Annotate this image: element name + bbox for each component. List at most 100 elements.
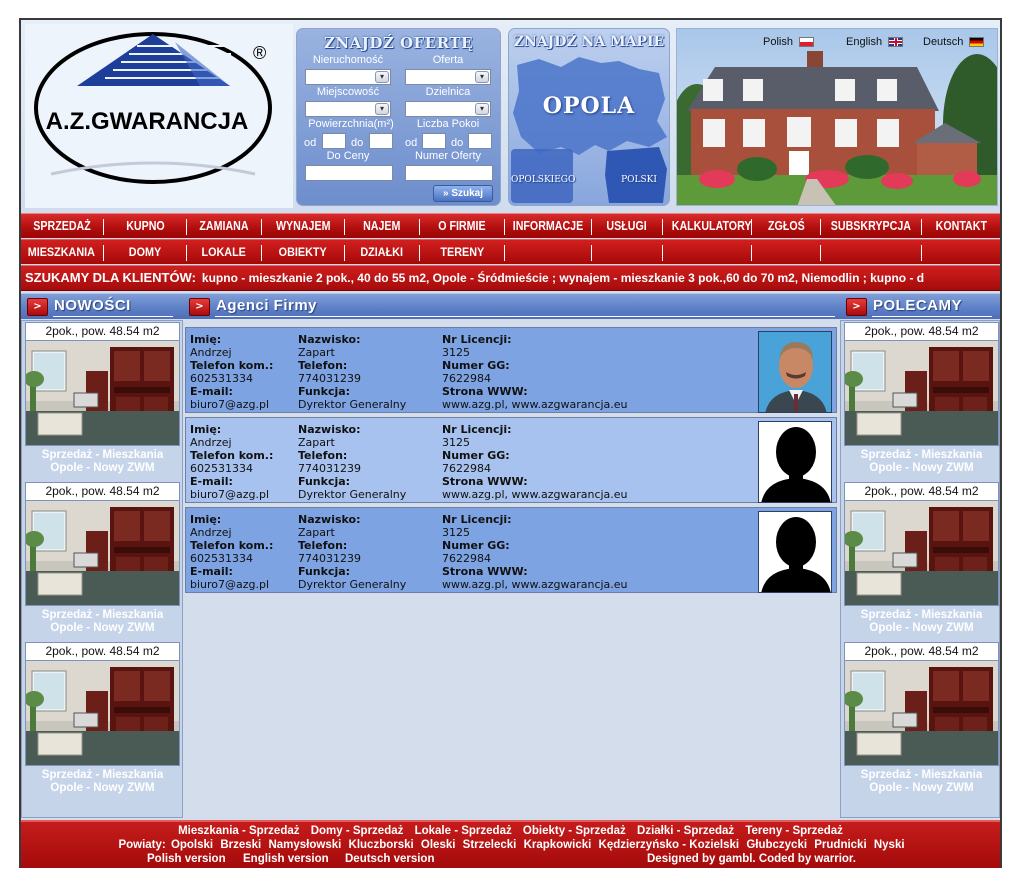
offer-select[interactable]: ▾ (405, 69, 491, 85)
footer-link[interactable]: Tereny - Sprzedaż (745, 825, 843, 837)
news-card[interactable]: 2pok., pow. 48.54 m2 Sprzedaż - Mieszkan… (25, 482, 180, 638)
apartment-photo[interactable] (844, 660, 999, 766)
card-caption[interactable]: Sprzedaż - Mieszkania Opole - Nowy ZWM (844, 609, 999, 635)
agents-list: Imię: Andrzej Telefon kom.: 602531334 E-… (183, 320, 840, 818)
arrow-right-icon: > (189, 298, 210, 316)
apartment-photo[interactable] (844, 340, 999, 446)
version-deutsch[interactable]: Deutsch version (345, 853, 434, 865)
version-english[interactable]: English version (243, 853, 329, 865)
rooms-from-input[interactable] (422, 133, 446, 149)
subnav-tereny[interactable]: TERENY (420, 240, 504, 265)
subnav-obiekty[interactable]: OBIEKTY (262, 240, 344, 265)
nav-uslugi[interactable]: USŁUGI (592, 214, 662, 239)
lang-polish[interactable]: Polish (763, 36, 814, 48)
property-select[interactable]: ▾ (305, 69, 391, 85)
nav-zglos[interactable]: ZGŁOŚ (752, 214, 820, 239)
nav-subskrypcja[interactable]: SUBSKRYPCJA (821, 214, 921, 239)
subnav-mieszkania[interactable]: MIESZKANIA (21, 240, 101, 265)
apartment-photo[interactable] (25, 500, 180, 606)
lang-english[interactable]: English (846, 36, 904, 48)
area-from-input[interactable] (322, 133, 346, 149)
nav-kontakt[interactable]: KONTAKT (922, 214, 1000, 239)
district-select[interactable]: ▾ (405, 101, 491, 117)
nav-wynajem[interactable]: WYNAJEM (262, 214, 344, 239)
district-link[interactable]: Strzelecki (463, 839, 517, 851)
search-button[interactable]: » Szukaj (433, 185, 493, 202)
news-column: 2pok., pow. 48.54 m2 Sprzedaż - Mieszkan… (21, 320, 183, 818)
nav-kupno[interactable]: KUPNO (104, 214, 186, 239)
district-link[interactable]: Krapkowicki (524, 839, 592, 851)
nav-zamiana[interactable]: ZAMIANA (187, 214, 261, 239)
district-link[interactable]: Nyski (874, 839, 905, 851)
map-region-poland[interactable]: POLSKI (609, 175, 669, 185)
agent-www-link[interactable]: www.azg.pl, www.azgwarancja.eu (442, 488, 628, 501)
nav-informacje[interactable]: INFORMACJE (505, 214, 591, 239)
card-caption[interactable]: Sprzedaż - Mieszkania Opole - Nowy ZWM (844, 449, 999, 475)
map-region-opolskie[interactable]: OPOLSKIEGO (511, 175, 575, 185)
card-caption[interactable]: Sprzedaż - Mieszkania Opole - Nowy ZWM (25, 769, 180, 795)
footer-link[interactable]: Lokale - Sprzedaż (415, 825, 512, 837)
footer-link[interactable]: Mieszkania - Sprzedaż (178, 825, 299, 837)
district-link[interactable]: Głubczycki (746, 839, 807, 851)
agent-www-link[interactable]: www.azg.pl, www.azgwarancja.eu (442, 398, 628, 411)
district-link[interactable]: Oleski (421, 839, 456, 851)
lang-deutsch[interactable]: Deutsch (923, 36, 985, 48)
district-link[interactable]: Kluczborski (349, 839, 414, 851)
news-card[interactable]: 2pok., pow. 48.54 m2 Sprzedaż - Mieszkan… (25, 642, 180, 798)
agent-card: Imię: Andrzej Telefon kom.: 602531334 E-… (185, 507, 837, 593)
area-to-label: do (351, 137, 364, 149)
apartment-photo[interactable] (25, 340, 180, 446)
city-label: Miejscowość (316, 86, 380, 98)
subnav-dzialki[interactable]: DZIAŁKI (345, 240, 419, 265)
arrow-right-icon: > (846, 298, 867, 316)
card-caption[interactable]: Sprzedaż - Mieszkania Opole - Nowy ZWM (844, 769, 999, 795)
company-logo[interactable]: A.Z.GWARANCJA ® A.Z.GWARANCJA (25, 24, 293, 231)
district-link[interactable]: Kędzierzyńsko - Kozielski (599, 839, 740, 851)
area-to-input[interactable] (369, 133, 393, 149)
footer-credits: Designed by gambl. Coded by warrior. (647, 853, 856, 865)
card-caption[interactable]: Sprzedaż - Mieszkania Opole - Nowy ZWM (25, 609, 180, 635)
nav-o-firmie[interactable]: O FIRMIE (420, 214, 504, 239)
map-city-label[interactable]: OPOLA (509, 93, 669, 119)
agent-email-link[interactable]: biuro7@azg.pl (190, 488, 269, 501)
subnav-domy[interactable]: DOMY (104, 240, 186, 265)
version-polish[interactable]: Polish version (147, 853, 226, 865)
footer-link[interactable]: Obiekty - Sprzedaż (523, 825, 626, 837)
district-link[interactable]: Prudnicki (814, 839, 866, 851)
card-title: 2pok., pow. 48.54 m2 (844, 642, 999, 660)
recommended-card[interactable]: 2pok., pow. 48.54 m2 Sprzedaż - Mieszkan… (844, 322, 999, 478)
district-link[interactable]: Brzeski (220, 839, 261, 851)
nav-najem[interactable]: NAJEM (345, 214, 419, 239)
agent-email-link[interactable]: biuro7@azg.pl (190, 398, 269, 411)
price-input[interactable] (305, 165, 393, 181)
area-from-label: od (304, 137, 317, 149)
nav-sprzedaz[interactable]: SPRZEDAŻ (21, 214, 103, 239)
rooms-to-input[interactable] (468, 133, 492, 149)
subnav-lokale[interactable]: LOKALE (187, 240, 261, 265)
district-link[interactable]: Namysłowski (268, 839, 341, 851)
footer-link[interactable]: Domy - Sprzedaż (311, 825, 404, 837)
rooms-to-label: do (451, 137, 464, 149)
agent-email-link[interactable]: biuro7@azg.pl (190, 578, 269, 591)
ticker-label: SZUKAMY DLA KLIENTÓW: (25, 270, 196, 285)
property-label: Nieruchomość (312, 54, 384, 66)
apartment-photo[interactable] (844, 500, 999, 606)
recommended-card[interactable]: 2pok., pow. 48.54 m2 Sprzedaż - Mieszkan… (844, 482, 999, 638)
offer-number-input[interactable] (405, 165, 493, 181)
district-link[interactable]: Opolski (171, 839, 213, 851)
main-navigation: SPRZEDAŻ KUPNO ZAMIANA WYNAJEM NAJEM O F… (21, 213, 1000, 238)
news-card[interactable]: 2pok., pow. 48.54 m2 Sprzedaż - Mieszkan… (25, 322, 180, 478)
footer-districts: Powiaty: Opolski Brzeski Namysłowski Klu… (21, 839, 1000, 851)
map-panel[interactable]: ZNAJDŹ NA MAPIE OPOLA OPOLSKIEGO POLSKI (508, 28, 670, 206)
agent-silhouette-icon (758, 421, 832, 503)
card-caption[interactable]: Sprzedaż - Mieszkania Opole - Nowy ZWM (25, 449, 180, 475)
header: A.Z.GWARANCJA ® A.Z.GWARANCJA ZNAJDŹ OFE… (21, 20, 1000, 231)
footer: Mieszkania - Sprzedaż Domy - Sprzedaż Lo… (21, 820, 1000, 868)
recommended-card[interactable]: 2pok., pow. 48.54 m2 Sprzedaż - Mieszkan… (844, 642, 999, 798)
footer-link[interactable]: Działki - Sprzedaż (637, 825, 734, 837)
apartment-photo[interactable] (25, 660, 180, 766)
client-requests-ticker[interactable]: SZUKAMY DLA KLIENTÓW: kupno - mieszkanie … (21, 265, 1000, 291)
nav-kalkulatory[interactable]: KALKULATORY (663, 214, 752, 239)
city-select[interactable]: ▾ (305, 101, 391, 117)
agent-www-link[interactable]: www.azg.pl, www.azgwarancja.eu (442, 578, 628, 591)
